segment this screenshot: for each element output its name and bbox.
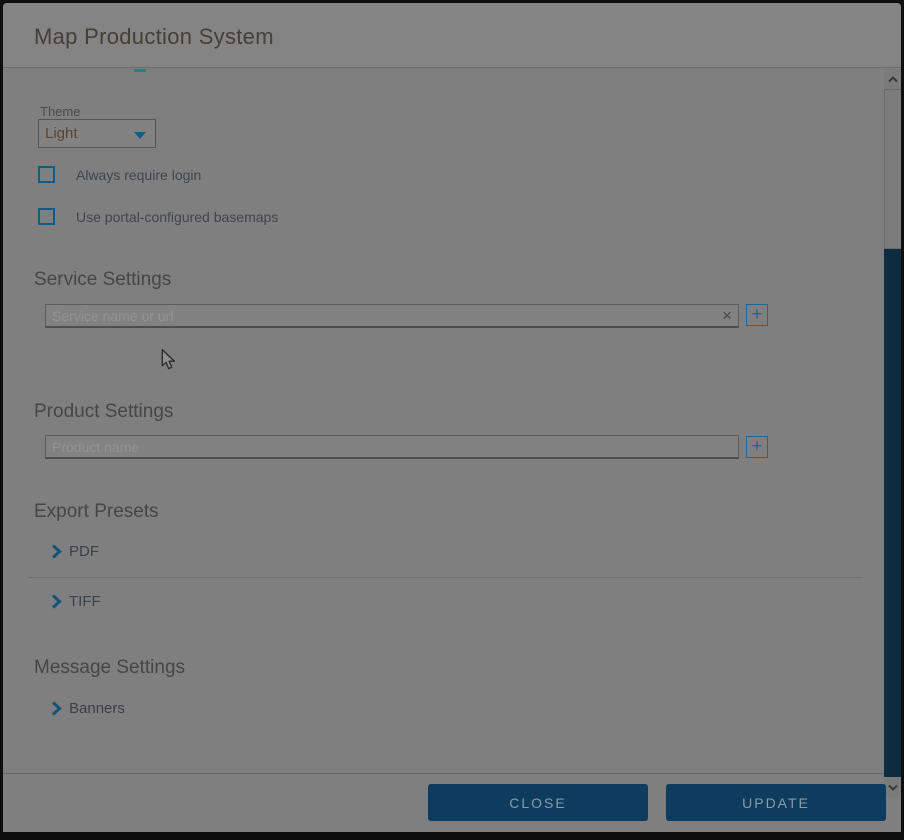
always-require-login-label[interactable]: Always require login xyxy=(76,167,201,183)
checkbox-row-always-require-login: Always require login xyxy=(38,166,201,183)
message-settings-heading: Message Settings xyxy=(34,657,185,679)
chevron-down-icon xyxy=(888,784,898,791)
service-settings-heading: Service Settings xyxy=(34,269,171,291)
mouse-cursor-icon xyxy=(161,349,176,370)
theme-select[interactable]: Light xyxy=(38,119,156,148)
map-production-system-dialog: Map Production System Theme Light Always… xyxy=(3,3,901,832)
scrollbar-up-button[interactable] xyxy=(884,69,901,89)
product-settings-heading: Product Settings xyxy=(34,401,173,423)
export-preset-label: PDF xyxy=(69,543,99,560)
chevron-right-icon xyxy=(51,701,62,716)
caret-down-icon xyxy=(134,132,146,139)
use-portal-basemaps-label[interactable]: Use portal-configured basemaps xyxy=(76,209,278,225)
use-portal-basemaps-checkbox[interactable] xyxy=(38,208,55,225)
checkbox-row-portal-basemaps: Use portal-configured basemaps xyxy=(38,208,278,225)
scrollbar-down-button[interactable] xyxy=(884,777,901,797)
export-preset-row-tiff[interactable]: TIFF xyxy=(51,593,101,610)
vertical-scrollbar xyxy=(884,69,901,797)
export-preset-label: TIFF xyxy=(69,593,101,610)
export-presets-heading: Export Presets xyxy=(34,501,159,523)
chevron-right-icon xyxy=(51,594,62,609)
dialog-title: Map Production System xyxy=(34,24,274,50)
product-name-input[interactable] xyxy=(45,435,739,459)
product-input-wrap xyxy=(45,435,739,459)
dialog-footer: CLOSE UPDATE xyxy=(3,773,884,832)
theme-label: Theme xyxy=(40,104,80,119)
theme-selected-value: Light xyxy=(45,125,78,142)
row-divider xyxy=(28,577,863,578)
dialog-header: Map Production System xyxy=(3,3,901,68)
chevron-up-icon xyxy=(888,76,898,83)
add-product-button[interactable]: + xyxy=(746,436,768,458)
screen: Map Production System Theme Light Always… xyxy=(0,0,904,840)
partially-scrolled-element-edge xyxy=(134,69,146,72)
service-name-input[interactable] xyxy=(45,304,739,328)
message-settings-row-banners[interactable]: Banners xyxy=(51,700,125,717)
clear-input-icon[interactable]: × xyxy=(722,306,732,326)
always-require-login-checkbox[interactable] xyxy=(38,166,55,183)
dialog-scroll-content: Theme Light Always require login Use por… xyxy=(3,69,884,773)
message-settings-label: Banners xyxy=(69,700,125,717)
chevron-right-icon xyxy=(51,544,62,559)
scrollbar-thumb[interactable] xyxy=(884,89,901,249)
add-service-button[interactable]: + xyxy=(746,304,768,326)
export-preset-row-pdf[interactable]: PDF xyxy=(51,543,99,560)
service-input-wrap: × xyxy=(45,304,739,328)
close-button[interactable]: CLOSE xyxy=(428,784,648,821)
update-button[interactable]: UPDATE xyxy=(666,784,886,821)
